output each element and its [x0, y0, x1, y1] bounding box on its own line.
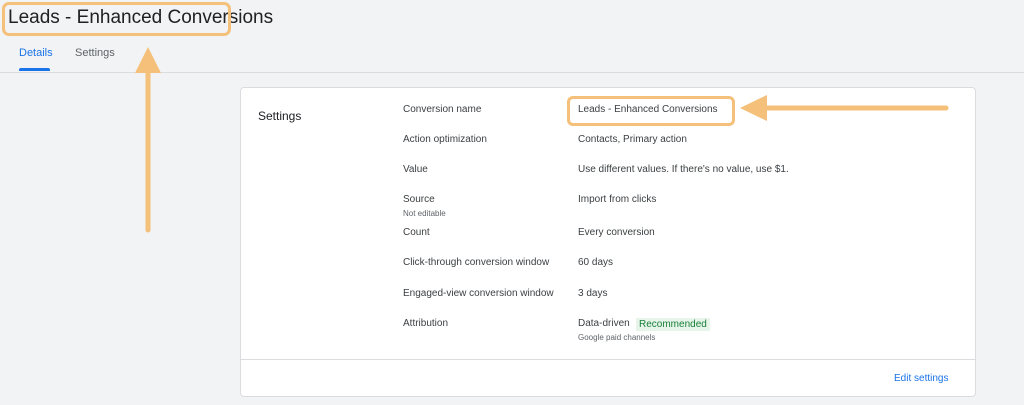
annotation-arrows: [135, 47, 949, 233]
left-arrow-icon: [740, 95, 949, 121]
up-arrow-icon: [135, 47, 161, 233]
